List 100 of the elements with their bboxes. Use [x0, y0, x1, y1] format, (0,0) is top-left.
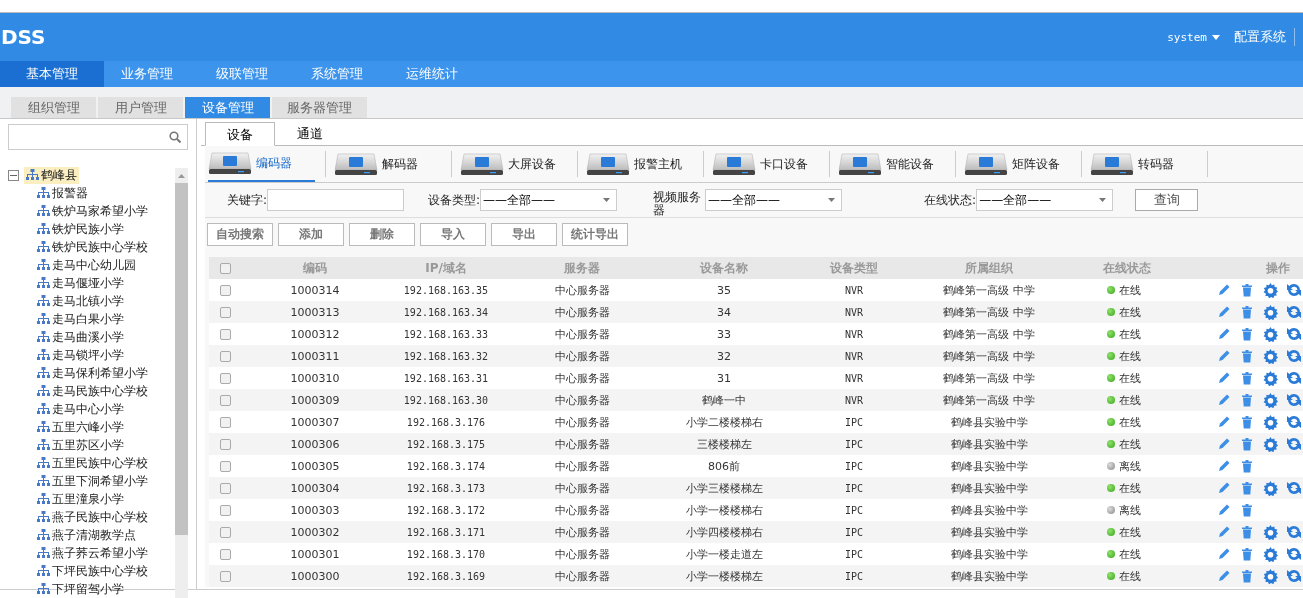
settings-icon[interactable] [1263, 392, 1278, 408]
pencil-icon[interactable] [1217, 569, 1231, 583]
refresh-icon[interactable] [1287, 283, 1301, 297]
pencil-icon[interactable] [1217, 283, 1231, 297]
sub-tab[interactable]: 设备管理 [185, 97, 270, 118]
device-type-tab[interactable]: 大屏设备 [460, 146, 577, 182]
checkbox[interactable] [219, 461, 231, 472]
refresh-icon[interactable] [1287, 415, 1301, 429]
refresh-icon[interactable] [1287, 327, 1301, 341]
pencil-icon[interactable] [1217, 327, 1231, 341]
checkbox[interactable] [219, 285, 231, 296]
pencil-icon[interactable] [1217, 547, 1231, 561]
trash-icon[interactable] [1240, 503, 1254, 517]
trash-icon[interactable] [1240, 305, 1254, 319]
trash-icon[interactable] [1240, 459, 1254, 473]
tree-item[interactable]: 下坪民族中心学校 [8, 562, 175, 580]
tree-item[interactable]: 五里六峰小学 [8, 418, 175, 436]
checkbox[interactable] [219, 483, 231, 494]
refresh-icon[interactable] [1287, 525, 1301, 539]
pencil-icon[interactable] [1217, 349, 1231, 363]
trash-icon[interactable] [1240, 349, 1254, 363]
pencil-icon[interactable] [1217, 525, 1231, 539]
settings-icon[interactable] [1263, 568, 1278, 584]
tree-item[interactable]: 燕子清湖教学点 [8, 526, 175, 544]
refresh-icon[interactable] [1287, 547, 1301, 561]
refresh-icon[interactable] [1287, 481, 1301, 495]
refresh-icon[interactable] [1287, 437, 1301, 451]
pencil-icon[interactable] [1217, 503, 1231, 517]
query-button[interactable]: 查询 [1135, 189, 1199, 211]
tree-item[interactable]: 走马白果小学 [8, 310, 175, 328]
checkbox[interactable] [219, 571, 231, 582]
trash-icon[interactable] [1240, 525, 1254, 539]
settings-icon[interactable] [1263, 436, 1278, 452]
server-select[interactable]: ——全部—— [705, 189, 843, 211]
tree-item[interactable]: 走马中心幼儿园 [8, 256, 175, 274]
status-select[interactable]: ——全部—— [976, 189, 1114, 211]
action-button[interactable]: 导出 [491, 223, 557, 246]
settings-icon[interactable] [1263, 546, 1278, 562]
tree-item[interactable]: 五里民族中心学校 [8, 454, 175, 472]
tree-item[interactable]: 铁炉民族小学 [8, 220, 175, 238]
checkbox[interactable] [219, 373, 231, 384]
tree-item[interactable]: 五里潼泉小学 [8, 490, 175, 508]
pencil-icon[interactable] [1217, 371, 1231, 385]
checkbox[interactable] [219, 439, 231, 450]
refresh-icon[interactable] [1287, 569, 1301, 583]
action-button[interactable]: 添加 [278, 223, 344, 246]
trash-icon[interactable] [1240, 547, 1254, 561]
device-type-tab[interactable]: 编码器 [208, 146, 315, 182]
device-type-tab[interactable]: 报警主机 [586, 146, 703, 182]
tree-item[interactable]: 走马中心小学 [8, 400, 175, 418]
tab[interactable]: 通道 [275, 122, 345, 145]
device-type-tab[interactable]: 智能设备 [838, 146, 955, 182]
settings-icon[interactable] [1263, 370, 1278, 386]
config-link[interactable]: 配置系统 [1234, 28, 1295, 46]
tree-item[interactable]: 五里苏区小学 [8, 436, 175, 454]
checkbox[interactable] [219, 527, 231, 538]
trash-icon[interactable] [1240, 415, 1254, 429]
trash-icon[interactable] [1240, 371, 1254, 385]
tree-item[interactable]: 报警器 [8, 184, 175, 202]
trash-icon[interactable] [1240, 393, 1254, 407]
user-menu[interactable]: system [1167, 30, 1220, 44]
device-type-select[interactable]: ——全部—— [480, 189, 618, 211]
checkbox[interactable] [219, 329, 231, 340]
settings-icon[interactable] [1263, 414, 1278, 430]
refresh-icon[interactable] [1287, 305, 1301, 319]
tree-item[interactable]: 下坪留驾小学 [8, 580, 175, 598]
tree-item[interactable]: 燕子荞云希望小学 [8, 544, 175, 562]
keyword-field[interactable] [267, 189, 405, 211]
pencil-icon[interactable] [1217, 481, 1231, 495]
tree-item[interactable]: 走马锁坪小学 [8, 346, 175, 364]
action-button[interactable]: 导入 [420, 223, 486, 246]
device-type-tab[interactable]: 转码器 [1090, 146, 1207, 182]
pencil-icon[interactable] [1217, 415, 1231, 429]
tree-item[interactable]: 铁炉民族中心学校 [8, 238, 175, 256]
trash-icon[interactable] [1240, 327, 1254, 341]
checkbox[interactable] [219, 417, 231, 428]
sub-tab[interactable]: 组织管理 [11, 97, 96, 118]
refresh-icon[interactable] [1287, 349, 1301, 363]
device-type-tab[interactable]: 解码器 [334, 146, 451, 182]
tree-item[interactable]: 鹤峰县 [24, 166, 79, 184]
trash-icon[interactable] [1240, 437, 1254, 451]
settings-icon[interactable] [1263, 304, 1278, 320]
refresh-icon[interactable] [1287, 393, 1301, 407]
settings-icon[interactable] [1263, 524, 1278, 540]
pencil-icon[interactable] [1217, 393, 1231, 407]
settings-icon[interactable] [1263, 480, 1278, 496]
scroll-up-icon[interactable] [178, 174, 185, 178]
checkbox[interactable] [219, 395, 231, 406]
tree-item[interactable]: 五里下洞希望小学 [8, 472, 175, 490]
tree-item[interactable]: 走马偃垭小学 [8, 274, 175, 292]
pencil-icon[interactable] [1217, 459, 1231, 473]
tree-item[interactable]: 燕子民族中心学校 [8, 508, 175, 526]
checkbox[interactable] [219, 505, 231, 516]
checkbox[interactable] [219, 549, 231, 560]
device-type-tab[interactable]: 矩阵设备 [964, 146, 1081, 182]
trash-icon[interactable] [1240, 481, 1254, 495]
tree-item[interactable]: 走马民族中心学校 [8, 382, 175, 400]
checkbox[interactable] [219, 307, 231, 318]
refresh-icon[interactable] [1287, 371, 1301, 385]
action-button[interactable]: 统计导出 [562, 223, 628, 246]
